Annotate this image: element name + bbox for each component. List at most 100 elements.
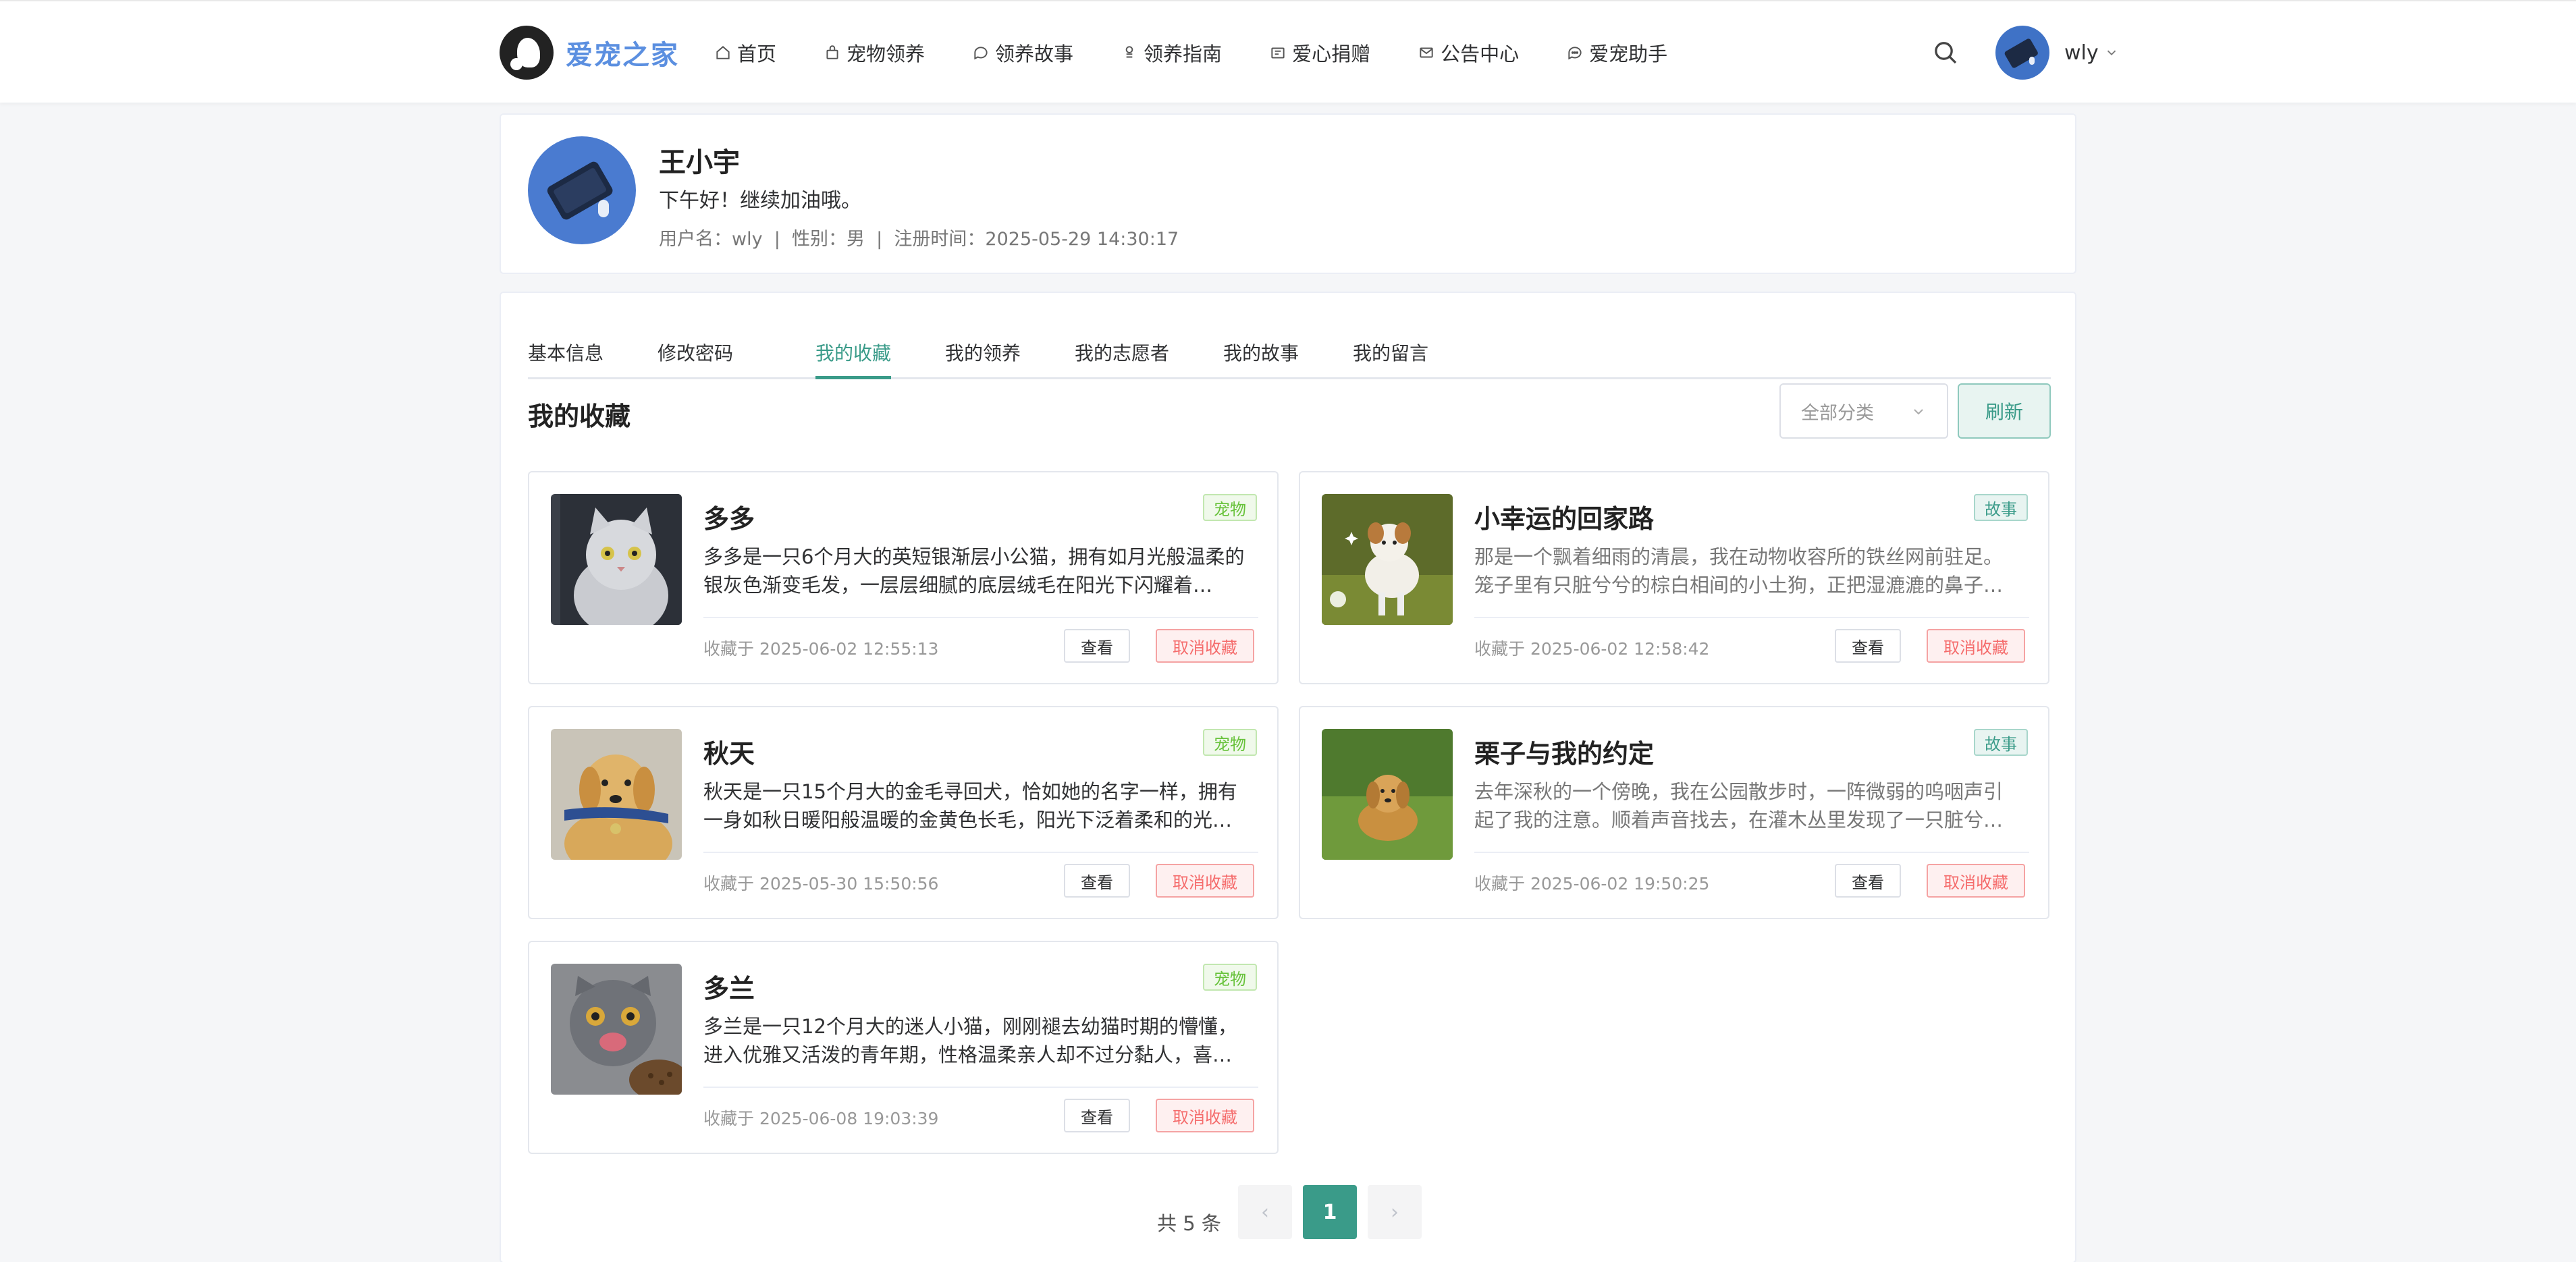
favorites-panel: 基本信息 修改密码 我的收藏 我的领养 我的志愿者 我的故事 我的留言 我的收藏… [500,292,2076,1262]
item-description: 那是一个飘着细雨的清晨，我在动物收容所的铁丝网前驻足。笼子里有只脏兮兮的棕白相间… [1474,545,2004,603]
view-button[interactable]: 查看 [1064,629,1130,663]
pagination-prev-button[interactable]: ‹ [1238,1185,1292,1239]
pagination-page-button[interactable]: 1 [1303,1185,1357,1239]
item-date: 收藏于 2025-06-02 12:55:13 [703,639,939,659]
pagination-total: 共 5 条 [1157,1212,1221,1235]
nav-item-donate[interactable]: 爱心捐赠 [1269,38,1370,67]
profile-name: 王小宇 [659,147,740,178]
favorite-item: 秋天 宠物 秋天是一只15个月大的金毛寻回犬，恰如她的名字一样，拥有一身如秋日暖… [528,706,1279,919]
item-description: 去年深秋的一个傍晚，我在公园散步时，一阵微弱的呜咽声引起了我的注意。顺着声音找去… [1474,780,2004,838]
nav-item-label: 首页 [737,43,777,65]
profile-card: 王小宇 下午好！继续加油哦。 用户名：wly | 性别：男 | 注册时间：202… [500,113,2076,274]
unfavorite-button[interactable]: 取消收藏 [1156,864,1254,898]
divider [1474,852,2029,853]
item-title[interactable]: 多多 [703,498,755,535]
guide-icon [1125,46,1133,58]
item-tag: 宠物 [1203,729,1257,756]
nav-item-label: 宠物领养 [847,43,925,65]
nav-item-home[interactable]: 首页 [714,38,776,67]
profile-greeting: 下午好！继续加油哦。 [659,189,861,213]
top-navbar: 爱宠之家 首页 宠物领养 领养故事 领养指南 爱心捐赠 公告中心 爱宠助手 wl… [0,0,2576,103]
story-image[interactable] [1322,494,1453,625]
nav-item-assistant[interactable]: 爱宠助手 [1566,38,1667,67]
nav-item-notices[interactable]: 公告中心 [1418,38,1519,67]
tab-my-favorites[interactable]: 我的收藏 [815,339,891,366]
view-button[interactable]: 查看 [1064,1099,1130,1132]
tab-my-volunteer[interactable]: 我的志愿者 [1075,339,1169,366]
pagination-next-button[interactable]: › [1368,1185,1422,1239]
refresh-button[interactable]: 刷新 [1958,383,2051,439]
tab-my-stories[interactable]: 我的故事 [1223,339,1299,366]
section-title: 我的收藏 [528,402,631,431]
bag-icon [826,45,838,59]
favorite-item: 小幸运的回家路 故事 那是一个飘着细雨的清晨，我在动物收容所的铁丝网前驻足。笼子… [1299,471,2049,684]
nav-item-label: 领养指南 [1144,43,1223,65]
view-button[interactable]: 查看 [1064,864,1130,898]
chat-icon [974,47,988,60]
nav-item-label: 爱宠助手 [1589,43,1668,65]
item-tag: 宠物 [1203,964,1257,991]
view-button[interactable]: 查看 [1835,629,1901,663]
nav-item-label: 爱心捐赠 [1292,43,1371,65]
favorite-item: 多多 宠物 多多是一只6个月大的英短银渐层小公猫，拥有如月光般温柔的银灰色渐变毛… [528,471,1279,684]
tab-basic-info[interactable]: 基本信息 [528,339,603,366]
nav-item-stories[interactable]: 领养故事 [972,38,1073,67]
item-title[interactable]: 栗子与我的约定 [1474,733,1654,770]
tab-change-password[interactable]: 修改密码 [658,339,733,366]
favorite-item: 多兰 宠物 多兰是一只12个月大的迷人小猫，刚刚褪去幼猫时期的懵懂，进入优雅又活… [528,941,1279,1154]
item-date: 收藏于 2025-06-02 12:58:42 [1474,639,1710,659]
brand[interactable]: 爱宠之家 [500,26,679,80]
item-description: 秋天是一只15个月大的金毛寻回犬，恰如她的名字一样，拥有一身如秋日暖阳般温暖的金… [703,780,1237,831]
unfavorite-button[interactable]: 取消收藏 [1156,629,1254,663]
item-title[interactable]: 多兰 [703,968,755,1005]
mail-icon [1420,47,1433,58]
search-icon[interactable] [1932,39,1959,66]
item-description: 多多是一只6个月大的英短银渐层小公猫，拥有如月光般温柔的银灰色渐变毛发，一层层细… [703,545,1245,597]
nav-item-guide[interactable]: 领养指南 [1121,38,1222,67]
unfavorite-button[interactable]: 取消收藏 [1927,629,2025,663]
item-tag: 故事 [1974,494,2028,521]
item-title[interactable]: 秋天 [703,733,755,770]
chevron-down-icon [1914,409,1923,415]
divider [703,1087,1258,1088]
favorite-item: 栗子与我的约定 故事 去年深秋的一个傍晚，我在公园散步时，一阵微弱的呜咽声引起了… [1299,706,2049,919]
chevron-down-icon [2107,50,2116,56]
user-name: wly [2064,40,2099,65]
pet-image[interactable] [551,964,682,1095]
pet-image[interactable] [551,729,682,860]
divider [703,852,1258,853]
brand-name: 爱宠之家 [566,40,679,71]
nav-item-label: 公告中心 [1441,43,1520,65]
unfavorite-button[interactable]: 取消收藏 [1927,864,2025,898]
category-filter-select[interactable]: 全部分类 [1779,383,1948,439]
avatar [1995,26,2049,80]
pet-image[interactable] [551,494,682,625]
story-image[interactable] [1322,729,1453,860]
tab-my-messages[interactable]: 我的留言 [1353,339,1428,366]
gift-icon [1271,47,1285,59]
profile-avatar [528,136,636,244]
tab-my-adoptions[interactable]: 我的领养 [945,339,1021,366]
profile-meta: 用户名：wly | 性别：男 | 注册时间：2025-05-29 14:30:1… [659,229,1179,250]
divider [1474,617,2029,618]
divider [703,617,1258,618]
nav-item-label: 领养故事 [995,43,1074,65]
active-tab-indicator [815,376,891,379]
item-tag: 故事 [1974,729,2028,756]
item-tag: 宠物 [1203,494,1257,521]
view-button[interactable]: 查看 [1835,864,1901,898]
nav-item-adopt[interactable]: 宠物领养 [824,38,925,67]
item-date: 收藏于 2025-06-08 19:03:39 [703,1109,939,1128]
home-icon [716,46,730,59]
item-date: 收藏于 2025-06-02 19:50:25 [1474,874,1710,894]
category-filter-placeholder: 全部分类 [1801,402,1874,424]
tab-bar: 基本信息 修改密码 我的收藏 我的领养 我的志愿者 我的故事 我的留言 [528,320,2051,379]
user-menu[interactable]: wly [1995,26,2119,80]
unfavorite-button[interactable]: 取消收藏 [1156,1099,1254,1132]
main-menu: 首页 宠物领养 领养故事 领养指南 爱心捐赠 公告中心 爱宠助手 [714,28,1715,77]
item-description: 多兰是一只12个月大的迷人小猫，刚刚褪去幼猫时期的懵懂，进入优雅又活泼的青年期，… [703,1015,1237,1066]
item-title[interactable]: 小幸运的回家路 [1474,498,1654,535]
assistant-icon [1568,47,1582,60]
item-date: 收藏于 2025-05-30 15:50:56 [703,874,939,894]
logo-icon [500,26,554,80]
